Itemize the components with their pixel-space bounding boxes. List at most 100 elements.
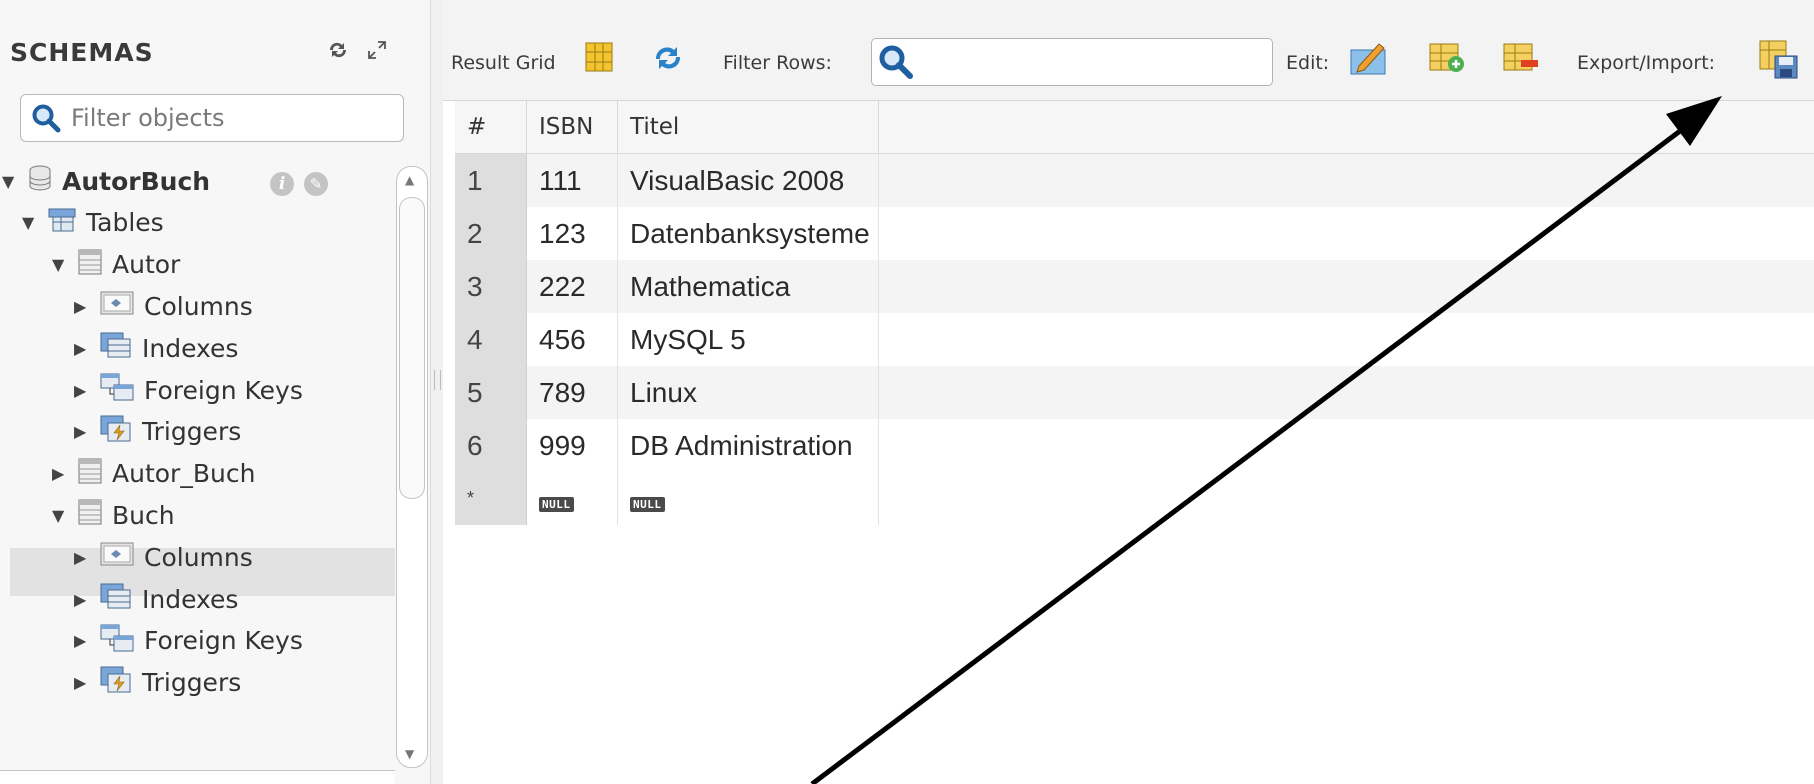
expand-arrow-icon[interactable]: ▶ [74,422,100,441]
isbn-cell[interactable]: 222 [526,260,618,313]
tree-item-label: Indexes [142,584,239,614]
expand-arrow-icon[interactable]: ▶ [74,631,100,650]
collapse-arrow-icon[interactable]: ▼ [52,255,78,274]
row-number-cell[interactable]: 2 [455,207,527,260]
result-grid: # ISBN Titel 1 111 VisualBasic 2008 2 123 Dat… [455,101,1814,525]
expand-arrow-icon[interactable]: ▶ [74,339,100,358]
table-row[interactable]: 6 999 DB Administration [455,419,1814,472]
info-icon[interactable]: i [270,172,295,196]
table-row[interactable]: 5 789 Linux [455,366,1814,419]
tree-item-foreign-keys[interactable]: ▶ Foreign Keys [74,618,303,664]
indexes-icon [100,332,132,364]
panel-splitter[interactable] [430,0,444,784]
expand-panel-icon[interactable] [367,41,387,66]
tree-horizontal-scrollbar[interactable] [0,770,395,784]
tree-item-triggers[interactable]: ▶ Triggers [74,409,241,455]
tree-item-label: Autor_Buch [112,459,256,489]
schemas-header-icons [326,40,397,66]
table-row[interactable]: 4 456 MySQL 5 [455,313,1814,366]
column-header-rownum[interactable]: # [455,101,527,154]
scrollbar-thumb[interactable] [399,197,425,499]
isbn-cell[interactable]: 456 [526,313,618,366]
isbn-cell[interactable]: 999 [526,419,618,472]
search-icon [878,44,914,84]
new-row-titel-cell[interactable]: NULL [617,472,879,525]
refresh-schemas-icon[interactable] [326,41,357,66]
filter-rows-label: Filter Rows: [723,52,832,74]
schemas-panel: SCHEMAS ▼AutorBuchi✎▼Tables▼Autor▶Column… [0,0,430,784]
row-number-cell[interactable]: 4 [455,313,527,366]
isbn-cell[interactable]: 111 [526,153,618,207]
tree-item-label: Tables [86,208,164,238]
table-row[interactable]: 1 111 VisualBasic 2008 [455,153,1814,207]
new-row-marker: * [455,472,527,525]
tree-item-columns[interactable]: ▶ Columns [74,283,253,329]
row-number-cell[interactable]: 6 [455,419,527,472]
filler-cell [878,153,1814,207]
edit-cell-icon[interactable] [1349,36,1389,80]
filler-cell [878,419,1814,472]
row-number-cell[interactable]: 1 [455,153,527,207]
filler-cell [878,366,1814,419]
splitter-grip[interactable] [434,370,441,390]
titel-cell[interactable]: VisualBasic 2008 [617,153,879,207]
tree-item-label: AutorBuch [62,166,211,196]
new-row-isbn-cell[interactable]: NULL [526,472,618,525]
collapse-arrow-icon[interactable]: ▼ [2,172,28,191]
expand-arrow-icon[interactable]: ▶ [74,673,100,692]
filler-cell [878,207,1814,260]
scroll-up-icon[interactable]: ▲ [405,173,414,187]
settings-icon[interactable]: ✎ [304,172,329,196]
titel-cell[interactable]: MySQL 5 [617,313,879,366]
column-header-isbn[interactable]: ISBN [526,101,618,154]
expand-arrow-icon[interactable]: ▶ [74,297,100,316]
filter-rows-field[interactable] [871,38,1273,86]
titel-cell[interactable]: DB Administration [617,419,879,472]
result-grid-toggle-icon[interactable] [585,42,613,76]
tree-item-label: Columns [144,542,253,572]
tree-item-foreign-keys[interactable]: ▶ Foreign Keys [74,367,303,413]
tree-vertical-scrollbar[interactable]: ▲ ▼ [396,166,428,768]
tree-item-columns[interactable]: ▶ Columns [74,534,253,580]
foreign-keys-icon [100,373,134,407]
tree-item-tables[interactable]: ▼ Tables [22,200,164,246]
tree-item-autorbuch[interactable]: ▼ AutorBuch i ✎ [2,158,329,204]
null-badge: NULL [630,496,665,512]
table-row[interactable]: 2 123 Datenbanksysteme [455,207,1814,260]
expand-arrow-icon[interactable]: ▶ [74,548,100,567]
titel-cell[interactable]: Mathematica [617,260,879,313]
expand-arrow-icon[interactable]: ▶ [74,590,100,609]
scroll-down-icon[interactable]: ▼ [405,747,414,761]
grid-header-row: # ISBN Titel [455,101,1814,154]
filler-cell [878,472,1814,525]
delete-row-icon[interactable] [1503,40,1539,78]
tree-item-indexes[interactable]: ▶ Indexes [74,325,238,371]
filter-objects-field[interactable] [20,94,404,142]
isbn-cell[interactable]: 123 [526,207,618,260]
tree-item-autor-buch[interactable]: ▶ Autor_Buch [52,451,255,497]
refresh-icon[interactable] [651,44,685,76]
column-header-filler [878,101,1814,154]
titel-cell[interactable]: Linux [617,366,879,419]
result-area: Result Grid Filter Rows: Edit: Export/Im… [443,0,1814,784]
row-number-cell[interactable]: 5 [455,366,527,419]
expand-arrow-icon[interactable]: ▶ [74,381,100,400]
table-icon [78,249,102,281]
filter-objects-input[interactable] [69,101,393,135]
collapse-arrow-icon[interactable]: ▼ [22,213,48,232]
new-row[interactable]: * NULL NULL [455,472,1814,525]
tree-item-label: Autor [112,250,181,280]
titel-cell[interactable]: Datenbanksysteme [617,207,879,260]
tree-item-triggers[interactable]: ▶ Triggers [74,660,241,706]
tree-item-indexes[interactable]: ▶ Indexes [74,576,238,622]
add-row-icon[interactable] [1429,40,1465,78]
tree-item-autor[interactable]: ▼ Autor [52,242,180,288]
column-header-titel[interactable]: Titel [617,101,879,154]
expand-arrow-icon[interactable]: ▶ [52,464,78,483]
tree-item-buch[interactable]: ▼ Buch [52,492,175,538]
table-row[interactable]: 3 222 Mathematica [455,260,1814,313]
row-number-cell[interactable]: 3 [455,260,527,313]
collapse-arrow-icon[interactable]: ▼ [52,506,78,525]
export-import-icon[interactable] [1759,40,1799,84]
isbn-cell[interactable]: 789 [526,366,618,419]
